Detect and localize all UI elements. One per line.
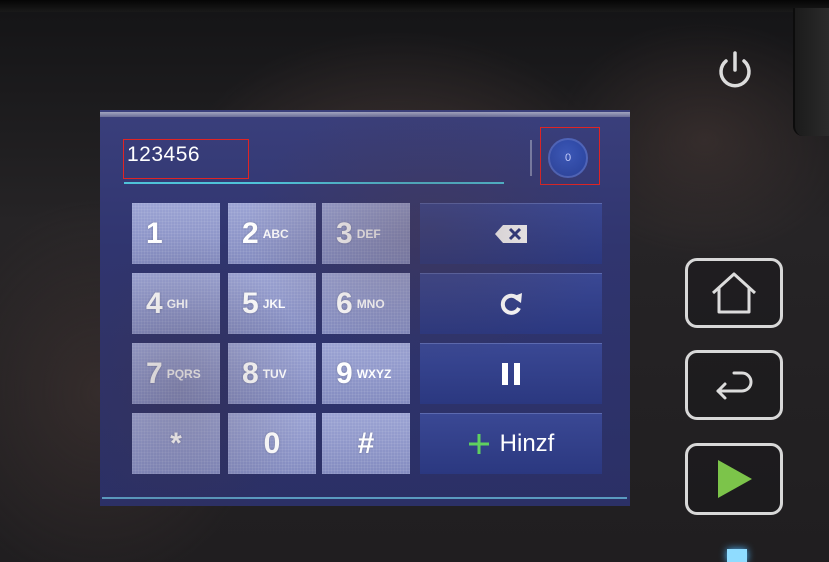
backspace-icon	[495, 225, 527, 243]
pause-button[interactable]	[420, 343, 602, 404]
key-letters: ABC	[262, 226, 289, 241]
touchscreen: 123456 0 1 2 ABC 3 DEF 4 GHI 5 JKL 6 MNO	[100, 110, 630, 506]
key-letters: GHI	[166, 296, 189, 311]
key-0[interactable]: 0	[228, 413, 316, 474]
key-digit: *	[170, 426, 182, 460]
device-top-edge	[0, 0, 829, 12]
key-9[interactable]: 9 WXYZ	[322, 343, 410, 404]
key-digit: 3	[336, 216, 353, 250]
key-letters: DEF	[356, 226, 381, 241]
key-digit: 9	[336, 356, 353, 390]
back-button[interactable]	[685, 350, 783, 420]
key-letters: TUV	[262, 366, 287, 381]
start-button[interactable]	[685, 443, 783, 515]
key-4[interactable]: 4 GHI	[132, 273, 220, 334]
key-digit: 2	[242, 216, 259, 250]
key-hash[interactable]: #	[322, 413, 410, 474]
device-side-panel	[793, 8, 829, 136]
key-letters: PQRS	[166, 366, 201, 381]
key-digit: 6	[336, 286, 353, 320]
key-letters: JKL	[262, 296, 286, 311]
add-button-label: Hinzf	[499, 430, 555, 457]
key-digit: 5	[242, 286, 259, 320]
start-icon	[718, 460, 752, 498]
key-letters: WXYZ	[356, 366, 392, 381]
input-underline	[124, 182, 504, 184]
add-button[interactable]: Hinzf	[420, 413, 602, 474]
status-led	[727, 549, 747, 562]
key-digit: 8	[242, 356, 259, 390]
backspace-button[interactable]	[420, 203, 602, 264]
key-7[interactable]: 7 PQRS	[132, 343, 220, 404]
input-separator	[530, 140, 532, 176]
key-3[interactable]: 3 DEF	[322, 203, 410, 264]
key-5[interactable]: 5 JKL	[228, 273, 316, 334]
key-digit: 4	[146, 286, 163, 320]
screen-top-strip	[100, 112, 630, 117]
redial-button[interactable]	[420, 273, 602, 334]
pause-icon	[502, 363, 520, 385]
fax-number-input[interactable]: 123456	[127, 143, 200, 167]
recipient-count-button[interactable]: 0	[548, 138, 588, 178]
recipient-count-label: 0	[564, 152, 572, 164]
key-6[interactable]: 6 MNO	[322, 273, 410, 334]
key-letters: MNO	[356, 296, 385, 311]
key-digit: 0	[263, 426, 281, 460]
redial-icon	[500, 293, 522, 315]
back-icon	[716, 371, 753, 400]
screen-bottom-line	[102, 497, 627, 499]
key-digit: 7	[146, 356, 163, 390]
key-digit: 1	[146, 216, 163, 250]
home-icon	[711, 272, 757, 314]
key-2[interactable]: 2 ABC	[228, 203, 316, 264]
key-star[interactable]: *	[132, 413, 220, 474]
key-1[interactable]: 1	[132, 203, 220, 264]
plus-icon	[468, 434, 489, 454]
power-icon[interactable]	[714, 50, 756, 94]
key-digit: #	[357, 426, 375, 460]
home-button[interactable]	[685, 258, 783, 328]
key-8[interactable]: 8 TUV	[228, 343, 316, 404]
